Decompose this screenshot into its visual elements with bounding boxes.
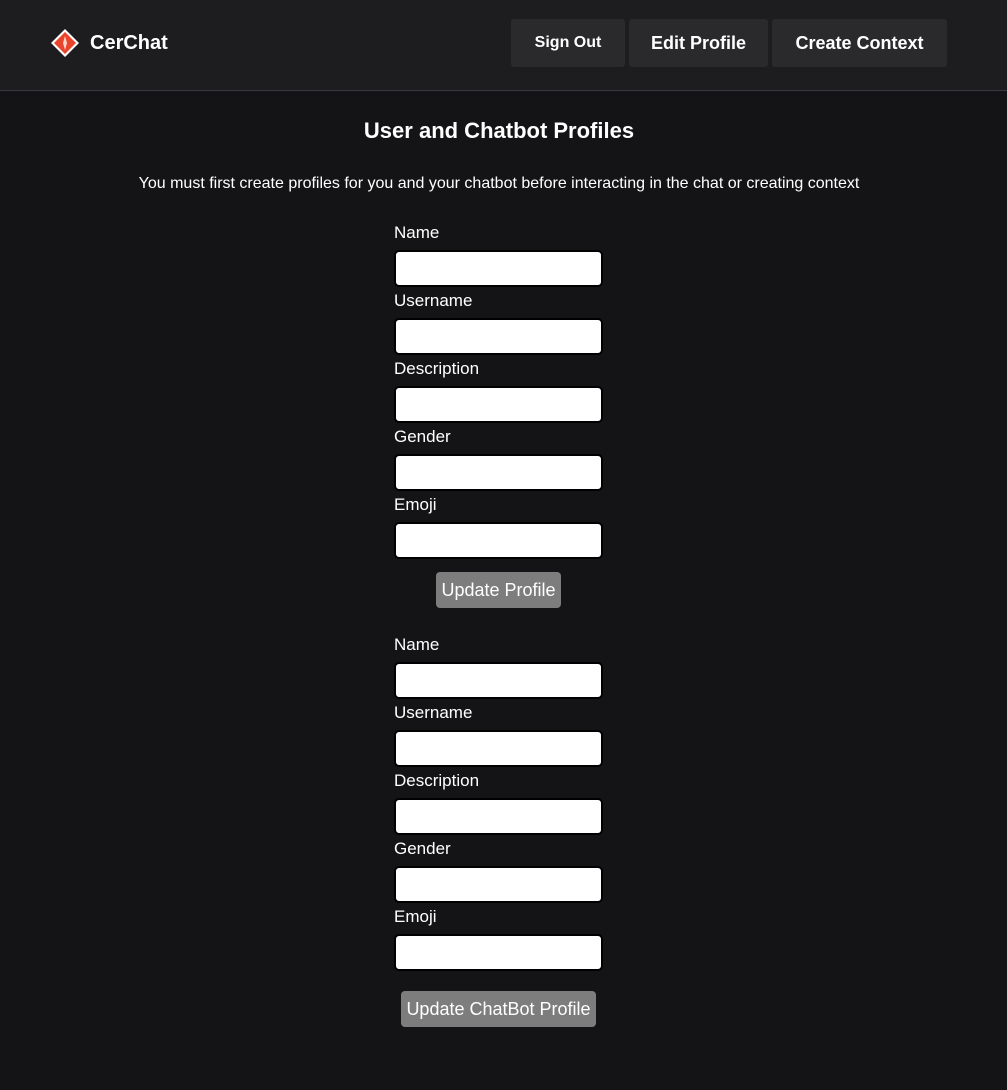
chatbot-emoji-label: Emoji <box>394 907 437 926</box>
chatbot-username-label: Username <box>394 703 473 722</box>
top-navbar: CerChat Sign Out Edit Profile Create Con… <box>0 0 1007 91</box>
brand-name: CerChat <box>90 31 168 54</box>
user-emoji-label: Emoji <box>394 495 437 514</box>
chatbot-description-label: Description <box>394 771 480 790</box>
create-context-button[interactable]: Create Context <box>772 19 947 67</box>
sign-out-button[interactable]: Sign Out <box>511 19 625 67</box>
edit-profile-button[interactable]: Edit Profile <box>629 19 768 67</box>
chatbot-gender-label: Gender <box>394 839 451 858</box>
user-description-label: Description <box>394 359 480 378</box>
chatbot-username-input[interactable] <box>394 730 603 767</box>
page-subtitle: You must first create profiles for you a… <box>138 175 860 192</box>
chatbot-emoji-input[interactable] <box>394 934 603 971</box>
user-name-label: Name <box>394 223 440 242</box>
chatbot-name-input[interactable] <box>394 662 603 699</box>
update-profile-button[interactable]: Update Profile <box>436 572 561 608</box>
user-description-input[interactable] <box>394 386 603 423</box>
cerchat-logo-icon <box>51 29 79 57</box>
chatbot-name-label: Name <box>394 635 440 654</box>
chatbot-gender-input[interactable] <box>394 866 603 903</box>
page-title: User and Chatbot Profiles <box>363 118 635 143</box>
user-gender-input[interactable] <box>394 454 603 491</box>
chatbot-description-input[interactable] <box>394 798 603 835</box>
user-username-input[interactable] <box>394 318 603 355</box>
user-profile-form: Name Username Description Gender Emoji U… <box>394 222 604 612</box>
user-name-input[interactable] <box>394 250 603 287</box>
user-gender-label: Gender <box>394 427 451 446</box>
user-username-label: Username <box>394 291 473 310</box>
brand[interactable]: CerChat <box>50 28 168 58</box>
user-emoji-input[interactable] <box>394 522 603 559</box>
chatbot-profile-form: Name Username Description Gender Emoji U… <box>394 634 604 1034</box>
update-chatbot-profile-button[interactable]: Update ChatBot Profile <box>401 991 596 1027</box>
